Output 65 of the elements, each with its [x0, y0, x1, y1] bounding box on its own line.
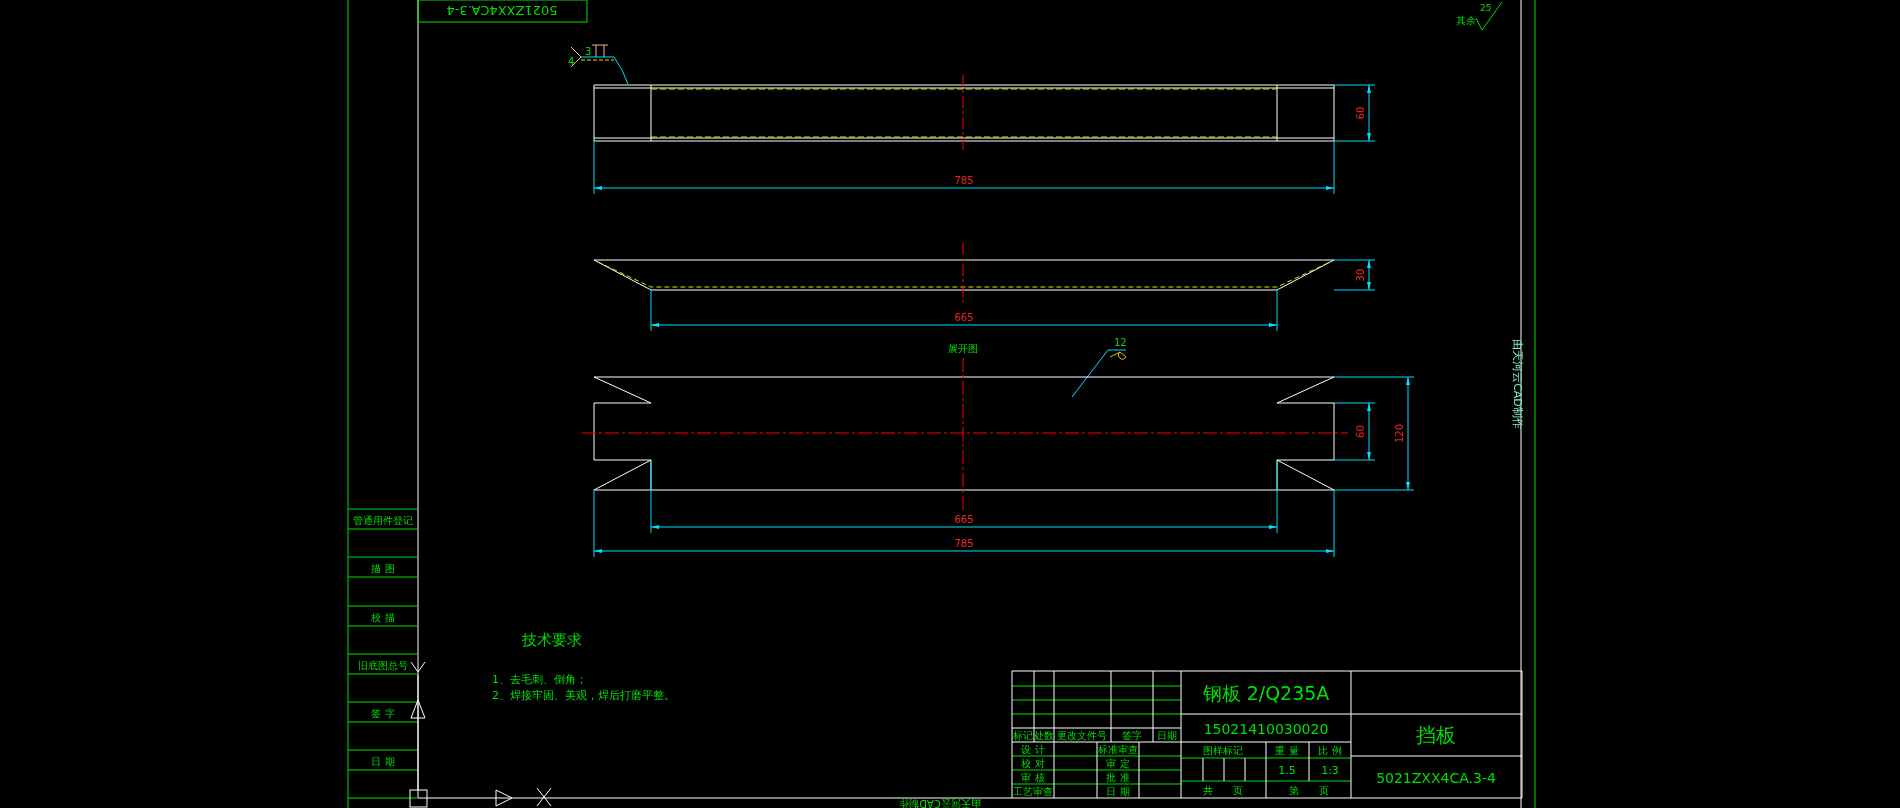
- roughness-icon: [1475, 1, 1503, 31]
- table-header: 比 例: [1318, 745, 1342, 756]
- center-line: [962, 242, 964, 306]
- weld-length-text: 3: [585, 46, 592, 57]
- dimension-text: 785: [954, 538, 974, 549]
- weight-value: 1.5: [1278, 764, 1296, 777]
- drawing-number: 5021ZXX4CA.3-4: [1376, 770, 1496, 786]
- panel-divider: [347, 508, 419, 530]
- view-caption: 展开图: [948, 343, 978, 354]
- table-header: 重 量: [1275, 745, 1299, 756]
- sheet-number-label: 第 页: [1289, 785, 1329, 796]
- part-code: 15021410030020: [1203, 721, 1329, 737]
- leader-line: [621, 69, 629, 85]
- panel-divider: [347, 653, 419, 675]
- roughness-label: 其余: [1456, 15, 1476, 26]
- mirrored-note-text: 由天河云CAD制作: [899, 798, 981, 808]
- table-header: 图样标记: [1203, 745, 1243, 756]
- mirrored-drawing-number: 5021ZXX4CA.3-4: [446, 3, 558, 18]
- requirements-title: 技术要求: [522, 631, 582, 649]
- table-label: 审 定: [1106, 758, 1130, 769]
- dimension-text: 785: [954, 175, 974, 186]
- dimension-text: 60: [1355, 425, 1366, 438]
- panel-label: 签 字: [371, 708, 395, 719]
- table-label: 日 期: [1106, 786, 1130, 797]
- table-label: 工艺审查: [1013, 786, 1053, 797]
- table-label: 设 计: [1021, 744, 1045, 755]
- scale-value: 1:3: [1321, 764, 1339, 777]
- panel-divider: [347, 797, 419, 799]
- bend-icon: [1109, 351, 1127, 360]
- dimension-text: 120: [1394, 423, 1405, 444]
- requirement-text: 1、去毛刺、倒角；: [492, 673, 587, 686]
- panel-label: 描 图: [371, 563, 395, 574]
- table-header: 更改文件号: [1057, 730, 1107, 741]
- dimension-text: 30: [1355, 268, 1366, 282]
- sheet-total-label: 共 页: [1203, 785, 1243, 796]
- table-label: 校 对: [1021, 758, 1045, 769]
- requirement-text: 2、焊接牢固、美观，焊后打磨平整。: [492, 689, 675, 702]
- panel-divider: [347, 605, 419, 627]
- table-label: 批 准: [1106, 772, 1130, 783]
- dimension-text: 60: [1355, 106, 1366, 120]
- panel-divider: [347, 701, 419, 723]
- part-name: 挡板: [1416, 723, 1456, 747]
- weld-symbol: [570, 44, 623, 71]
- table-header: 签字: [1122, 730, 1142, 741]
- bend-note: 12: [1114, 337, 1127, 348]
- panel-divider: [347, 556, 419, 578]
- panel-label: 校 描: [371, 612, 395, 623]
- table-label: 审 核: [1021, 772, 1045, 783]
- roughness-value: 25: [1480, 3, 1492, 13]
- material-text: 钢板 2/Q235A: [1202, 682, 1330, 704]
- panel-label: 管通用件登记: [353, 515, 413, 526]
- dimension-text: 665: [954, 312, 974, 323]
- dimension-line: [1333, 259, 1376, 291]
- ucs-axis-icon: [409, 661, 1013, 808]
- vertical-note-text: 由天河云CAD制作: [1511, 339, 1524, 429]
- panel-divider: [347, 749, 419, 771]
- table-label: 标准审查: [1098, 744, 1138, 755]
- table-header: 日期: [1157, 730, 1177, 741]
- table-header: 标记: [1013, 730, 1033, 741]
- panel-label: 日 期: [371, 756, 395, 767]
- panel-label: 旧底图总号: [358, 660, 408, 671]
- weld-leg-text: 4: [568, 56, 575, 67]
- leader-line: [1071, 349, 1127, 398]
- table-header: 处数: [1034, 730, 1054, 741]
- dimension-text: 665: [954, 514, 974, 525]
